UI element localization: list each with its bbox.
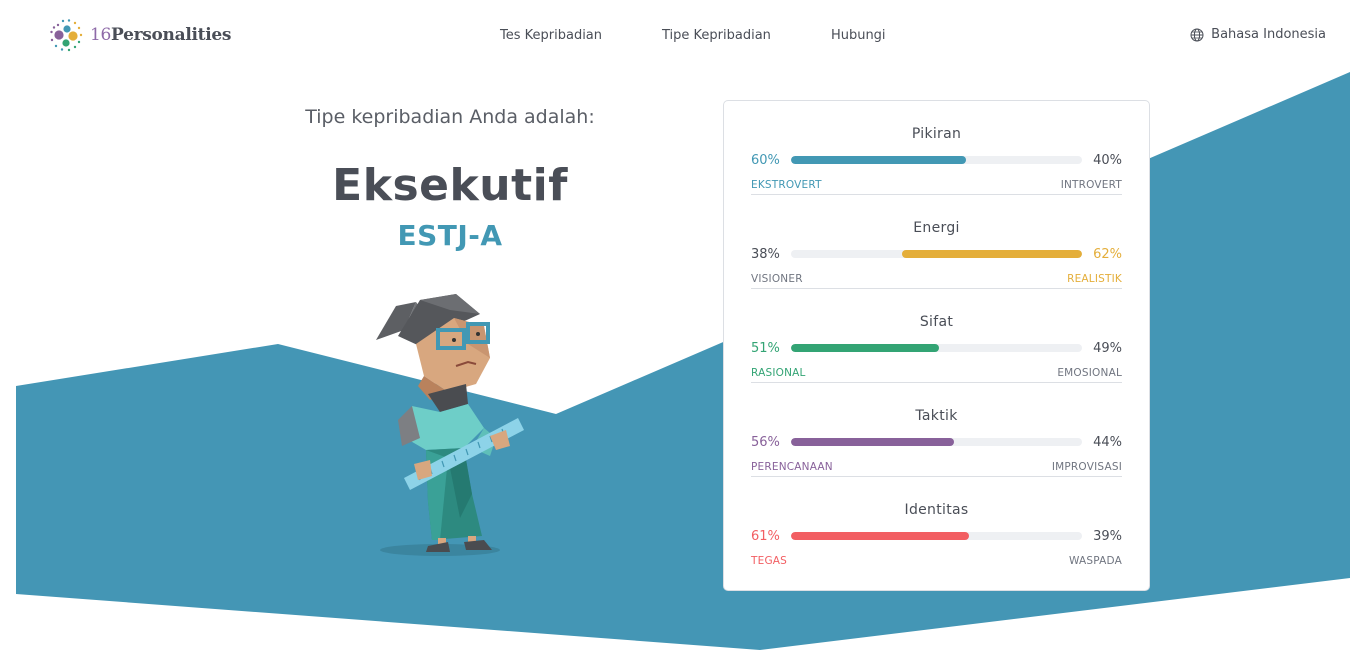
trait-right-percent: 39% (1093, 529, 1122, 544)
trait-bar-track (791, 438, 1082, 446)
trait-title: Pikiran (911, 126, 962, 142)
trait-tactics: Taktik 56% 44% PERENCANAAN IMPROVISASI (751, 383, 1122, 477)
trait-title: Sifat (919, 314, 954, 330)
nav-item-tipe-kepribadian[interactable]: Tipe Kepribadian (662, 28, 771, 43)
language-label: Bahasa Indonesia (1211, 27, 1326, 42)
character-illustration (376, 294, 524, 556)
trait-right-label: EMOSIONAL (1057, 367, 1122, 379)
trait-identity: Identitas 61% 39% TEGAS WASPADA (751, 477, 1122, 571)
trait-energy: Energi 38% 62% VISIONER REALISTIK (751, 195, 1122, 289)
trait-left-label: TEGAS (751, 555, 788, 567)
logo-icon (50, 19, 83, 52)
trait-results-card: Pikiran 60% 40% EKSTROVERT INTROVERT Ene… (723, 100, 1150, 591)
trait-bar-fill (791, 156, 966, 164)
trait-bar-fill (901, 250, 1082, 258)
main-nav: Tes Kepribadian Tipe Kepribadian Hubungi (500, 28, 946, 43)
trait-mind: Pikiran 60% 40% EKSTROVERT INTROVERT (751, 101, 1122, 195)
trait-bar-fill (791, 438, 954, 446)
trait-left-label: EKSTROVERT (751, 179, 822, 191)
trait-left-percent: 56% (751, 435, 780, 450)
background-shape (16, 72, 1350, 650)
trait-bar-fill (791, 344, 940, 352)
logo-text: 16Personalities (90, 25, 232, 45)
trait-bar-track (791, 344, 1082, 352)
trait-bar-row: 56% 44% (751, 435, 1122, 451)
trait-right-percent: 44% (1093, 435, 1122, 450)
trait-bar-fill (791, 532, 969, 540)
trait-right-label: REALISTIK (1067, 273, 1122, 285)
trait-bar-track (791, 532, 1082, 540)
trait-title: Energi (913, 220, 960, 236)
result-intro: Tipe kepribadian Anda adalah: (305, 106, 595, 128)
trait-left-label: VISIONER (751, 273, 803, 285)
trait-right-label: WASPADA (1069, 555, 1122, 567)
trait-right-percent: 40% (1093, 153, 1122, 168)
trait-nature: Sifat 51% 49% RASIONAL EMOSIONAL (751, 289, 1122, 383)
trait-bar-row: 38% 62% (751, 247, 1122, 263)
trait-right-percent: 49% (1093, 341, 1122, 356)
trait-title: Identitas (904, 502, 969, 518)
result-hero: Tipe kepribadian Anda adalah: Eksekutif … (250, 106, 650, 252)
trait-left-percent: 60% (751, 153, 780, 168)
nav-item-hubungi[interactable]: Hubungi (831, 28, 886, 43)
trait-bar-row: 51% 49% (751, 341, 1122, 357)
trait-bar-row: 60% 40% (751, 153, 1122, 169)
language-selector[interactable]: Bahasa Indonesia (1190, 27, 1326, 42)
trait-left-label: PERENCANAAN (751, 461, 833, 473)
trait-right-percent: 62% (1093, 247, 1122, 262)
personality-type-name: Eksekutif (332, 160, 568, 211)
trait-left-label: RASIONAL (751, 367, 806, 379)
trait-left-percent: 38% (751, 247, 780, 262)
trait-right-label: INTROVERT (1060, 179, 1122, 191)
trait-left-percent: 61% (751, 529, 780, 544)
trait-left-percent: 51% (751, 341, 780, 356)
trait-title: Taktik (915, 408, 958, 424)
site-header: 16Personalities Tes Kepribadian Tipe Kep… (0, 0, 1366, 72)
nav-item-tes-kepribadian[interactable]: Tes Kepribadian (500, 28, 602, 43)
trait-bar-row: 61% 39% (751, 529, 1122, 545)
trait-bar-track (791, 156, 1082, 164)
trait-right-label: IMPROVISASI (1051, 461, 1122, 473)
logo[interactable]: 16Personalities (48, 17, 231, 53)
personality-type-code: ESTJ-A (397, 219, 503, 252)
globe-icon (1190, 28, 1204, 41)
trait-bar-track (791, 250, 1082, 258)
